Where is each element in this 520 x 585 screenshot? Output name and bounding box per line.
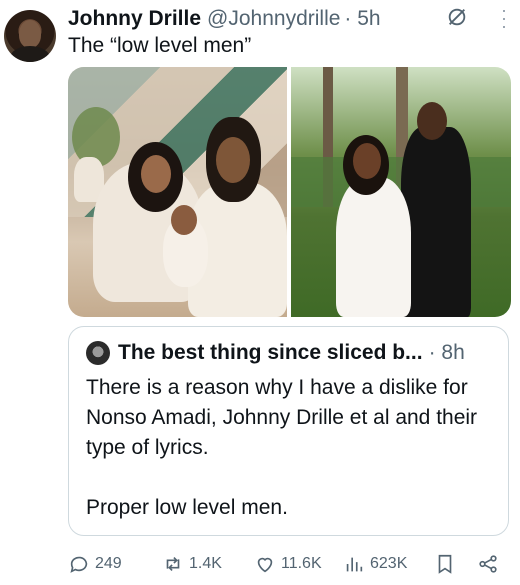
action-bar: 249 1.4K 11.6K 623K xyxy=(68,550,513,580)
avatar-body xyxy=(10,46,50,62)
repost-count: 1.4K xyxy=(189,555,222,572)
tweet-time[interactable]: · 5h xyxy=(344,7,380,31)
quoted-avatar xyxy=(86,341,110,365)
quoted-line: Proper low level men. xyxy=(86,496,288,519)
share-button[interactable] xyxy=(477,553,499,575)
like-button[interactable]: 11.6K xyxy=(254,553,322,575)
author-avatar[interactable] xyxy=(4,10,56,62)
tweet-text: The “low level men” xyxy=(68,34,252,57)
repost-button[interactable]: 1.4K xyxy=(162,553,222,575)
view-count: 623K xyxy=(370,555,408,572)
author-handle[interactable]: @Johnnydrille xyxy=(207,7,340,31)
bookmark-button[interactable] xyxy=(434,553,456,575)
repost-icon xyxy=(166,556,180,572)
share-icon xyxy=(479,555,497,573)
family-photo[interactable] xyxy=(68,67,287,317)
reply-count: 249 xyxy=(95,555,122,572)
avatar-face xyxy=(19,20,41,48)
reply-button[interactable]: 249 xyxy=(68,553,122,575)
views-button[interactable]: 623K xyxy=(343,553,407,575)
wedding-photo[interactable] xyxy=(291,67,511,317)
analytics-icon xyxy=(346,557,363,572)
bride-face xyxy=(353,143,381,179)
quoted-tweet[interactable]: The best thing since sliced b... · 8h Th… xyxy=(68,326,509,536)
groom-suit xyxy=(401,127,471,317)
bride-dress xyxy=(336,177,411,317)
man-face xyxy=(216,137,250,183)
heart-icon xyxy=(257,557,273,573)
more-options-icon[interactable]: · · · xyxy=(494,1,514,35)
quoted-line xyxy=(86,463,496,493)
child-face xyxy=(171,205,197,235)
like-count: 11.6K xyxy=(281,555,322,572)
groom-face xyxy=(417,102,447,140)
quoted-body: There is a reason why I have a dislike f… xyxy=(86,373,496,523)
tweet-header: Johnny Drille @Johnnydrille · 5h xyxy=(68,5,510,33)
woman-face xyxy=(141,155,171,193)
quoted-header: The best thing since sliced b... · 8h xyxy=(86,341,465,365)
quoted-line: There is a reason why I have a dislike f… xyxy=(86,376,478,459)
quoted-time: · 8h xyxy=(428,341,465,364)
grok-icon[interactable] xyxy=(446,6,468,28)
reply-icon xyxy=(70,556,88,573)
media-grid xyxy=(68,67,511,317)
quoted-author-name: The best thing since sliced b... xyxy=(118,341,423,364)
author-name[interactable]: Johnny Drille xyxy=(68,7,201,31)
bookmark-icon xyxy=(438,554,452,574)
